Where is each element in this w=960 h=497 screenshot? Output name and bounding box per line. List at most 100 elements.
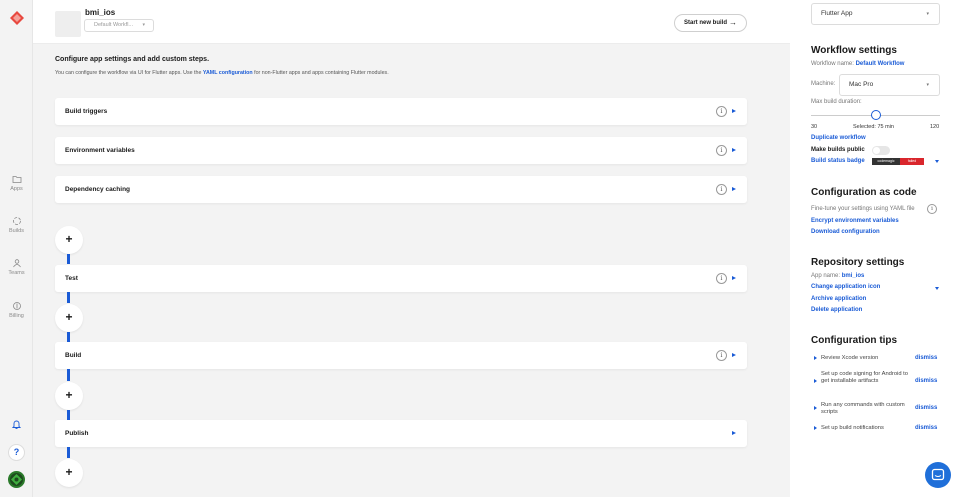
- add-step-button[interactable]: +: [55, 304, 83, 332]
- card-label: Test: [65, 275, 78, 282]
- build-status-badge-link[interactable]: Build status badge: [811, 158, 865, 164]
- card-label: Environment variables: [65, 147, 135, 154]
- config-as-code-heading: Configuration as code: [811, 187, 917, 198]
- chevron-down-icon: ▾: [926, 82, 929, 88]
- yaml-configuration-link[interactable]: YAML configuration: [203, 70, 253, 76]
- download-configuration-link[interactable]: Download configuration: [811, 229, 880, 235]
- add-step-button[interactable]: +: [55, 382, 83, 410]
- nav-item-teams[interactable]: Teams: [0, 258, 33, 276]
- dismiss-tip-button[interactable]: dismiss: [915, 425, 937, 431]
- nav-item-builds[interactable]: Builds: [0, 216, 33, 234]
- duplicate-workflow-link[interactable]: Duplicate workflow: [811, 135, 866, 141]
- nav-label-apps: Apps: [10, 186, 23, 192]
- expand-arrow-icon[interactable]: [732, 353, 736, 357]
- dismiss-tip-button[interactable]: dismiss: [915, 405, 937, 411]
- avatar[interactable]: [8, 471, 25, 488]
- workflow-select[interactable]: Default Workfl... ▾: [84, 19, 154, 32]
- config-title: Configure app settings and add custom st…: [55, 56, 210, 63]
- delete-application-link[interactable]: Delete application: [811, 307, 862, 313]
- add-step-button[interactable]: +: [55, 226, 83, 254]
- left-nav: Apps Builds Teams Billing ?: [0, 0, 33, 497]
- workflow-name-row: Workflow name: Default Workflow: [811, 61, 904, 67]
- avatar-pattern-icon: [11, 474, 22, 485]
- chat-icon: [931, 468, 945, 481]
- card-publish[interactable]: Publish: [55, 420, 747, 447]
- card-dependency-caching[interactable]: Dependency caching i: [55, 176, 747, 203]
- info-icon[interactable]: i: [927, 204, 937, 214]
- expand-arrow-icon[interactable]: [814, 426, 817, 430]
- make-builds-public-toggle[interactable]: [872, 146, 890, 155]
- expand-arrow-icon[interactable]: [814, 356, 817, 360]
- project-type-select[interactable]: Flutter App ▾: [811, 3, 940, 25]
- card-test[interactable]: Test i: [55, 265, 747, 292]
- duration-slider-thumb[interactable]: [871, 110, 881, 120]
- duration-selected: Selected: 75 min: [853, 124, 894, 130]
- chevron-down-icon: ▾: [926, 11, 929, 17]
- card-environment-variables[interactable]: Environment variables i: [55, 137, 747, 164]
- info-icon[interactable]: i: [716, 273, 727, 284]
- folder-icon: [12, 176, 21, 183]
- info-icon[interactable]: i: [716, 350, 727, 361]
- pipeline-connector: [67, 410, 70, 420]
- dismiss-tip-button[interactable]: dismiss: [915, 355, 937, 361]
- main-content: bmi_ios Default Workfl... ▾ Start new bu…: [33, 0, 790, 497]
- start-new-build-button[interactable]: Start new build →: [674, 14, 747, 32]
- card-label: Dependency caching: [65, 186, 131, 193]
- card-build[interactable]: Build i: [55, 342, 747, 369]
- tip-text: Set up build notifications: [821, 425, 884, 431]
- expand-arrow-icon[interactable]: [814, 406, 817, 410]
- workflow-name-label: Workflow name:: [811, 61, 856, 67]
- tip-text: Set up code signing for Android to get i…: [821, 371, 909, 384]
- expand-arrow-icon[interactable]: [732, 109, 736, 113]
- info-icon[interactable]: i: [716, 106, 727, 117]
- nav-label-billing: Billing: [9, 313, 24, 319]
- tip-text: Run any commands with custom scripts: [821, 402, 905, 415]
- archive-application-link[interactable]: Archive application: [811, 296, 866, 302]
- repo-app-name-row: App name: bmi_ios: [811, 273, 864, 279]
- change-application-icon-link[interactable]: Change application icon: [811, 284, 880, 290]
- config-desc-prefix: You can configure the workflow via UI fo…: [55, 70, 203, 76]
- encrypt-env-vars-link[interactable]: Encrypt environment variables: [811, 218, 899, 224]
- machine-value: Mac Pro: [849, 81, 874, 88]
- card-build-triggers[interactable]: Build triggers i: [55, 98, 747, 125]
- dismiss-tip-button[interactable]: dismiss: [915, 378, 937, 384]
- workflow-name-value[interactable]: Default Workflow: [856, 61, 905, 67]
- help-button[interactable]: ?: [8, 444, 25, 461]
- add-step-button[interactable]: +: [55, 459, 83, 487]
- pipeline-connector: [67, 332, 70, 342]
- billing-icon: [12, 302, 21, 310]
- workflow-settings-heading: Workflow settings: [811, 45, 897, 56]
- settings-panel: Flutter App ▾ Workflow settings Workflow…: [790, 0, 960, 497]
- codemagic-logo-icon[interactable]: [9, 10, 25, 26]
- max-duration-label: Max build duration:: [811, 99, 862, 105]
- make-builds-public-label: Make builds public: [811, 147, 865, 153]
- machine-select[interactable]: Mac Pro ▾: [839, 74, 940, 96]
- app-header: bmi_ios Default Workfl... ▾ Start new bu…: [33, 0, 790, 44]
- builds-icon: [12, 217, 21, 225]
- expand-arrow-icon[interactable]: [732, 431, 736, 435]
- info-icon[interactable]: i: [716, 184, 727, 195]
- teams-icon: [12, 259, 21, 268]
- badge-right-text: failed: [900, 158, 924, 165]
- pipeline-connector: [67, 292, 70, 303]
- status-badge: codemagic failed: [872, 158, 924, 165]
- chat-support-button[interactable]: [925, 462, 951, 488]
- app-name: bmi_ios: [85, 8, 116, 17]
- expand-arrow-icon[interactable]: [814, 379, 817, 383]
- workflow-select-value: Default Workfl...: [94, 22, 134, 28]
- expand-arrow-icon[interactable]: [732, 187, 736, 191]
- repo-app-name-value[interactable]: bmi_ios: [842, 273, 865, 279]
- arrow-right-icon: →: [729, 18, 737, 27]
- nav-item-apps[interactable]: Apps: [0, 174, 33, 192]
- expand-arrow-icon[interactable]: [732, 148, 736, 152]
- start-new-build-label: Start new build: [684, 20, 728, 26]
- expand-arrow-icon[interactable]: [732, 276, 736, 280]
- badge-dropdown-icon[interactable]: [935, 160, 939, 163]
- app-thumbnail: [55, 11, 81, 37]
- nav-item-billing[interactable]: Billing: [0, 301, 33, 319]
- change-icon-dropdown-icon[interactable]: [935, 287, 939, 290]
- repo-app-name-label: App name:: [811, 273, 842, 279]
- info-icon[interactable]: i: [716, 145, 727, 156]
- bell-icon[interactable]: [11, 419, 22, 430]
- duration-min: 30: [811, 124, 818, 130]
